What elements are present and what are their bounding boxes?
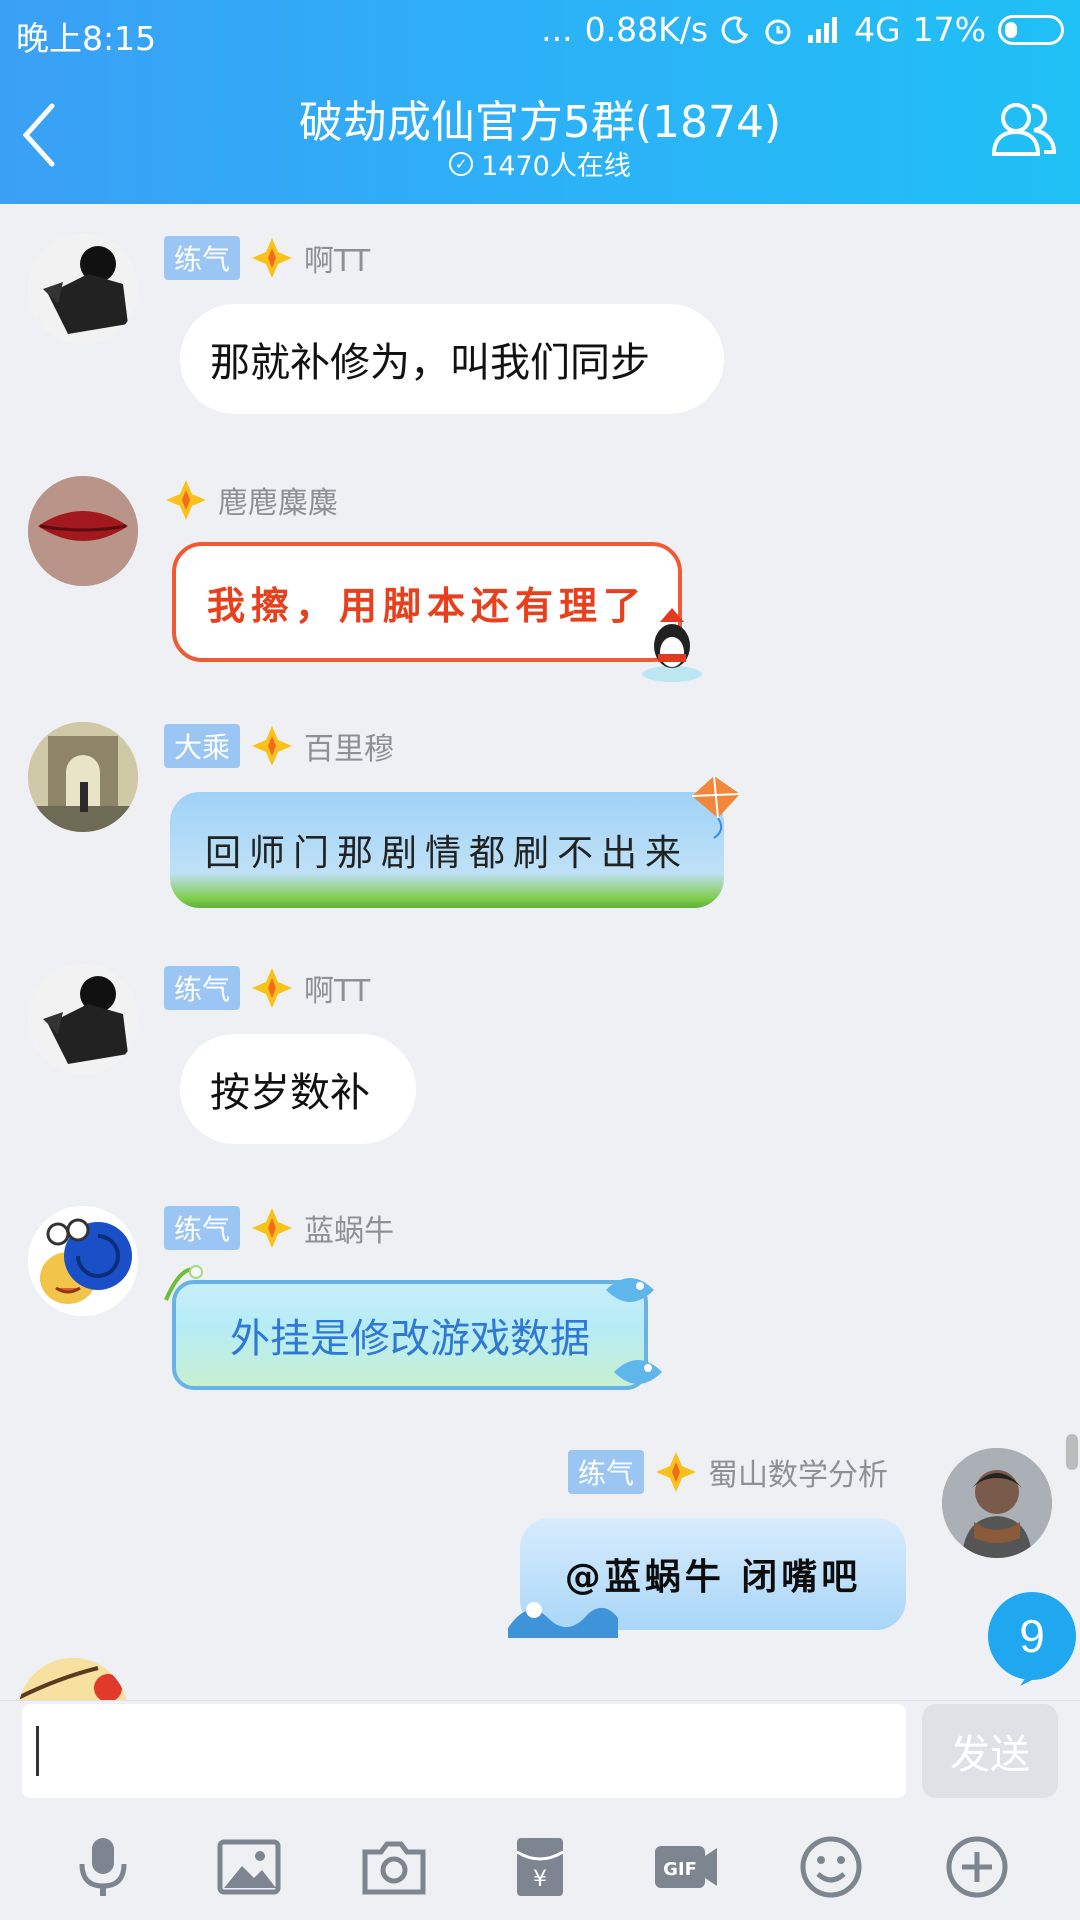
network-type: 4G [854,10,901,49]
avatar[interactable] [28,722,138,832]
avatar[interactable] [28,1206,138,1316]
level-tag: 练气 [164,1206,241,1250]
level-star-icon [252,238,293,278]
level-tag: 练气 [568,1450,645,1494]
emoji-icon[interactable] [796,1832,866,1902]
scrollbar-thumb[interactable] [1066,1434,1078,1470]
svg-text:GIF: GIF [663,1859,697,1880]
message-bubble[interactable]: 我擦，用脚本还有理了 [172,542,682,662]
red-packet-icon[interactable]: ¥ [505,1832,575,1902]
hand-shadow-image [28,964,138,1074]
arch-photo-image [28,722,138,832]
alarm-icon [765,19,791,44]
battery-percent: 17% [912,10,986,49]
status-bar: 晚上8:15 ... 0.88K/s 4G 17% [0,0,1080,64]
send-button[interactable]: 发送 [922,1704,1058,1798]
sender-name[interactable]: 蜀山数学分析 [708,1450,888,1494]
avatar[interactable] [28,234,138,344]
sender-meta: 练气 啊TT [164,236,370,280]
fish-decoration-icon [606,1278,654,1302]
level-tag: 练气 [164,236,241,280]
image-icon[interactable] [214,1832,284,1902]
chat-message-list[interactable]: 练气 啊TT 那就补修为，叫我们同步 麀麀麋麋 我擦，用脚本还有理了 大乘 百里… [0,204,1080,1700]
text-caret [36,1726,39,1776]
avatar[interactable] [942,1448,1052,1558]
unread-count-text: 9 [1019,1610,1045,1662]
penguin-sticker-icon [642,608,702,682]
level-star-icon [252,726,293,766]
fish-decoration-icon [614,1360,662,1384]
sender-meta: 麀麀麋麋 [164,478,338,522]
message-text: 按岁数补 [210,1070,370,1116]
mic-icon[interactable] [68,1832,138,1902]
lips-image [28,476,138,586]
group-members-icon[interactable] [988,96,1058,166]
sender-meta: 练气 啊TT [164,966,370,1010]
level-star-icon [252,968,293,1008]
network-speed: 0.88K/s [584,10,709,49]
sender-name[interactable]: 麀麀麋麋 [218,478,338,522]
status-time: 晚上8:15 [16,19,157,58]
avatar[interactable] [28,964,138,1074]
online-check-icon: ✓ [449,151,474,176]
level-star-icon [252,1208,293,1248]
message-bubble[interactable]: 那就补修为，叫我们同步 [180,304,724,414]
unread-count-badge[interactable]: 9 [978,1592,1080,1688]
snail-avatar-image [28,1206,138,1316]
message-text: 回师门那剧情都刷不出来 [204,833,689,874]
online-count-text: 1470人在线 [481,151,631,182]
message-text: 我擦，用脚本还有理了 [206,583,647,628]
kite-icon [691,775,741,839]
lily-decoration-icon [164,1265,203,1301]
level-tag: 大乘 [164,724,241,768]
sender-meta: 练气 蜀山数学分析 [568,1450,888,1494]
wave-decoration-icon [508,1602,618,1638]
hand-shadow-image [28,234,138,344]
signal-dots: ... [541,10,573,49]
chat-header: 晚上8:15 ... 0.88K/s 4G 17% 破劫成仙官方5群(1874)… [0,0,1080,204]
sender-name[interactable]: 百里穆 [304,724,394,768]
battery-icon [998,14,1064,45]
message-text: 那就补修为，叫我们同步 [210,340,650,386]
signal-bars-icon [808,16,838,43]
avatar[interactable] [18,1658,128,1700]
avatar[interactable] [28,476,138,586]
online-count: ✓ 1470人在线 [0,144,1080,183]
sender-meta: 练气 蓝蜗牛 [164,1206,394,1250]
message-bubble[interactable]: 回师门那剧情都刷不出来 [170,792,724,908]
status-icons: ... 0.88K/s 4G 17% [541,10,1064,49]
input-toolbar: ¥ GIF [0,1832,1080,1902]
gif-icon[interactable]: GIF [651,1832,721,1902]
message-input[interactable] [22,1704,906,1798]
message-bubble[interactable]: 按岁数补 [180,1034,416,1144]
plum-blossom-image [18,1658,128,1700]
group-title[interactable]: 破劫成仙官方5群(1874) [0,86,1080,150]
level-star-icon [656,1452,697,1492]
level-star-icon [166,480,206,520]
svg-text:¥: ¥ [533,1867,547,1892]
level-tag: 练气 [164,966,241,1010]
sender-meta: 大乘 百里穆 [164,724,394,768]
user-photo-image [942,1448,1052,1558]
camera-icon[interactable] [359,1832,429,1902]
message-text: 外挂是修改游戏数据 [230,1316,590,1362]
moon-icon [721,15,749,43]
sender-name[interactable]: 蓝蜗牛 [304,1206,394,1250]
sender-name[interactable]: 啊TT [304,966,370,1010]
plus-icon[interactable] [942,1832,1012,1902]
message-bubble[interactable]: 外挂是修改游戏数据 [172,1280,648,1390]
sender-name[interactable]: 啊TT [304,236,370,280]
